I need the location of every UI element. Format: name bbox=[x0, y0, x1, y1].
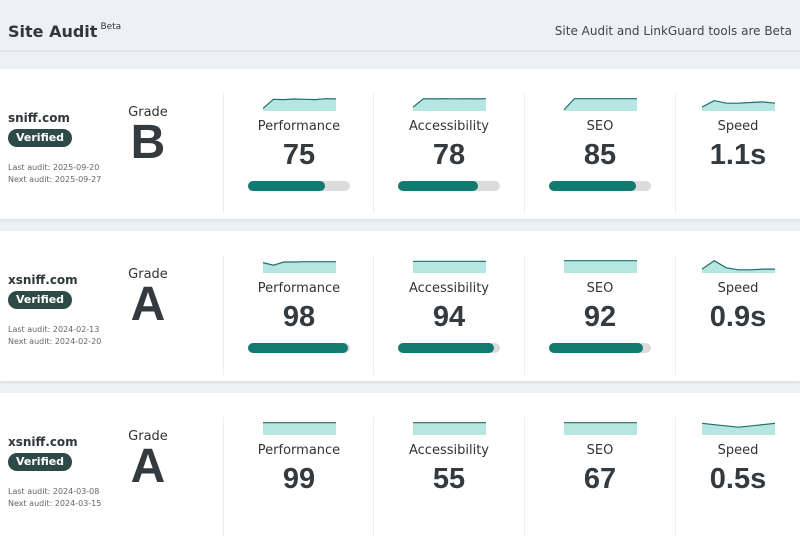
grade-value: A bbox=[130, 278, 166, 331]
sparkline-chart bbox=[413, 98, 486, 111]
site-card[interactable]: sniff.com Verified Last audit: 2025-09-2… bbox=[0, 69, 800, 219]
site-domain[interactable]: xsniff.com bbox=[8, 273, 78, 287]
title-text: Site Audit bbox=[8, 22, 98, 41]
sparkline-chart bbox=[702, 99, 775, 111]
metric-label: SEO bbox=[586, 281, 614, 296]
verified-badge: Verified bbox=[8, 129, 73, 147]
sparkline-chart bbox=[263, 422, 336, 435]
page-header: Site Audit Beta Site Audit and LinkGuard … bbox=[0, 0, 800, 52]
grade-value: A bbox=[130, 440, 166, 493]
last-audit-date: Last audit: 2024-03-08 bbox=[8, 487, 100, 496]
metric-value: 92 bbox=[583, 301, 617, 333]
sparkline-area bbox=[413, 98, 486, 111]
metric-label: Performance bbox=[257, 119, 341, 134]
metric-label: Speed bbox=[717, 281, 759, 296]
progress-fill bbox=[398, 181, 478, 191]
sparkline-area bbox=[564, 98, 637, 111]
sparkline-chart bbox=[702, 259, 775, 273]
grade-block: Grade A bbox=[118, 267, 178, 331]
metric-label: Accessibility bbox=[409, 119, 489, 134]
metric-accessibility: Accessibility 55 bbox=[373, 417, 524, 537]
progress-bar bbox=[398, 343, 500, 353]
metric-value: 98 bbox=[282, 301, 316, 333]
metric-label: Speed bbox=[717, 119, 759, 134]
metric-accessibility: Accessibility 78 bbox=[373, 93, 524, 213]
progress-fill bbox=[248, 181, 325, 191]
metric-value: 1.1s bbox=[709, 139, 767, 171]
metric-performance: Performance 99 bbox=[223, 417, 374, 537]
metric-value: 75 bbox=[282, 139, 316, 171]
metric-value: 99 bbox=[282, 463, 316, 495]
progress-bar bbox=[549, 181, 651, 191]
grade-value: B bbox=[130, 116, 166, 169]
progress-bar bbox=[549, 343, 651, 353]
next-audit-date: Next audit: 2024-03-15 bbox=[8, 499, 102, 508]
beta-notice: Site Audit and LinkGuard tools are Beta bbox=[554, 24, 792, 38]
site-card[interactable]: xsniff.com Verified Last audit: 2024-03-… bbox=[0, 393, 800, 543]
metric-value: 0.5s bbox=[709, 463, 767, 495]
metric-accessibility: Accessibility 94 bbox=[373, 255, 524, 375]
progress-fill bbox=[549, 343, 643, 353]
site-domain[interactable]: xsniff.com bbox=[8, 435, 78, 449]
sparkline-area bbox=[702, 260, 775, 273]
sparkline-chart bbox=[702, 422, 775, 435]
metric-value: 78 bbox=[432, 139, 466, 171]
last-audit-date: Last audit: 2025-09-20 bbox=[8, 163, 100, 172]
metric-label: Accessibility bbox=[409, 443, 489, 458]
last-audit-date: Last audit: 2024-02-13 bbox=[8, 325, 100, 334]
sparkline-chart bbox=[413, 260, 486, 273]
sparkline-area bbox=[263, 98, 336, 111]
metric-label: Accessibility bbox=[409, 281, 489, 296]
progress-fill bbox=[398, 343, 494, 353]
sparkline-chart bbox=[564, 98, 637, 111]
metric-seo: SEO 67 bbox=[524, 417, 675, 537]
metric-label: Performance bbox=[257, 281, 341, 296]
sparkline-chart bbox=[263, 98, 336, 111]
metric-speed: Speed 0.5s bbox=[675, 417, 800, 537]
progress-bar bbox=[248, 343, 350, 353]
next-audit-date: Next audit: 2025-09-27 bbox=[8, 175, 102, 184]
site-card[interactable]: xsniff.com Verified Last audit: 2024-02-… bbox=[0, 231, 800, 381]
metric-value: 67 bbox=[583, 463, 617, 495]
sparkline-area bbox=[263, 422, 336, 435]
metric-seo: SEO 85 bbox=[524, 93, 675, 213]
metric-label: Speed bbox=[717, 443, 759, 458]
site-info: sniff.com Verified Last audit: 2025-09-2… bbox=[8, 69, 120, 219]
sparkline-chart bbox=[564, 422, 637, 435]
metric-speed: Speed 1.1s bbox=[675, 93, 800, 213]
metric-performance: Performance 75 bbox=[223, 93, 374, 213]
metric-label: SEO bbox=[586, 119, 614, 134]
metric-speed: Speed 0.9s bbox=[675, 255, 800, 375]
grade-block: Grade B bbox=[118, 105, 178, 169]
sparkline-chart bbox=[413, 422, 486, 435]
verified-badge: Verified bbox=[8, 453, 73, 471]
metric-performance: Performance 98 bbox=[223, 255, 374, 375]
sparkline-area bbox=[564, 260, 637, 273]
site-info: xsniff.com Verified Last audit: 2024-03-… bbox=[8, 393, 120, 543]
site-domain[interactable]: sniff.com bbox=[8, 111, 70, 125]
next-audit-date: Next audit: 2024-02-20 bbox=[8, 337, 102, 346]
grade-block: Grade A bbox=[118, 429, 178, 493]
metric-value: 0.9s bbox=[709, 301, 767, 333]
sparkline-chart bbox=[263, 261, 336, 273]
sparkline-area bbox=[263, 261, 336, 273]
sparkline-area bbox=[413, 261, 486, 273]
progress-fill bbox=[549, 181, 636, 191]
progress-bar bbox=[398, 181, 500, 191]
metric-seo: SEO 92 bbox=[524, 255, 675, 375]
metric-label: Performance bbox=[257, 443, 341, 458]
sparkline-area bbox=[564, 422, 637, 435]
metric-value: 55 bbox=[432, 463, 466, 495]
sparkline-area bbox=[413, 422, 486, 435]
metric-label: SEO bbox=[586, 443, 614, 458]
page-title: Site Audit Beta bbox=[8, 22, 121, 41]
site-info: xsniff.com Verified Last audit: 2024-02-… bbox=[8, 231, 120, 381]
verified-badge: Verified bbox=[8, 291, 73, 309]
sparkline-chart bbox=[564, 260, 637, 273]
beta-badge: Beta bbox=[100, 22, 122, 32]
progress-bar bbox=[248, 181, 350, 191]
metric-value: 85 bbox=[583, 139, 617, 171]
metric-value: 94 bbox=[432, 301, 466, 333]
progress-fill bbox=[248, 343, 348, 353]
